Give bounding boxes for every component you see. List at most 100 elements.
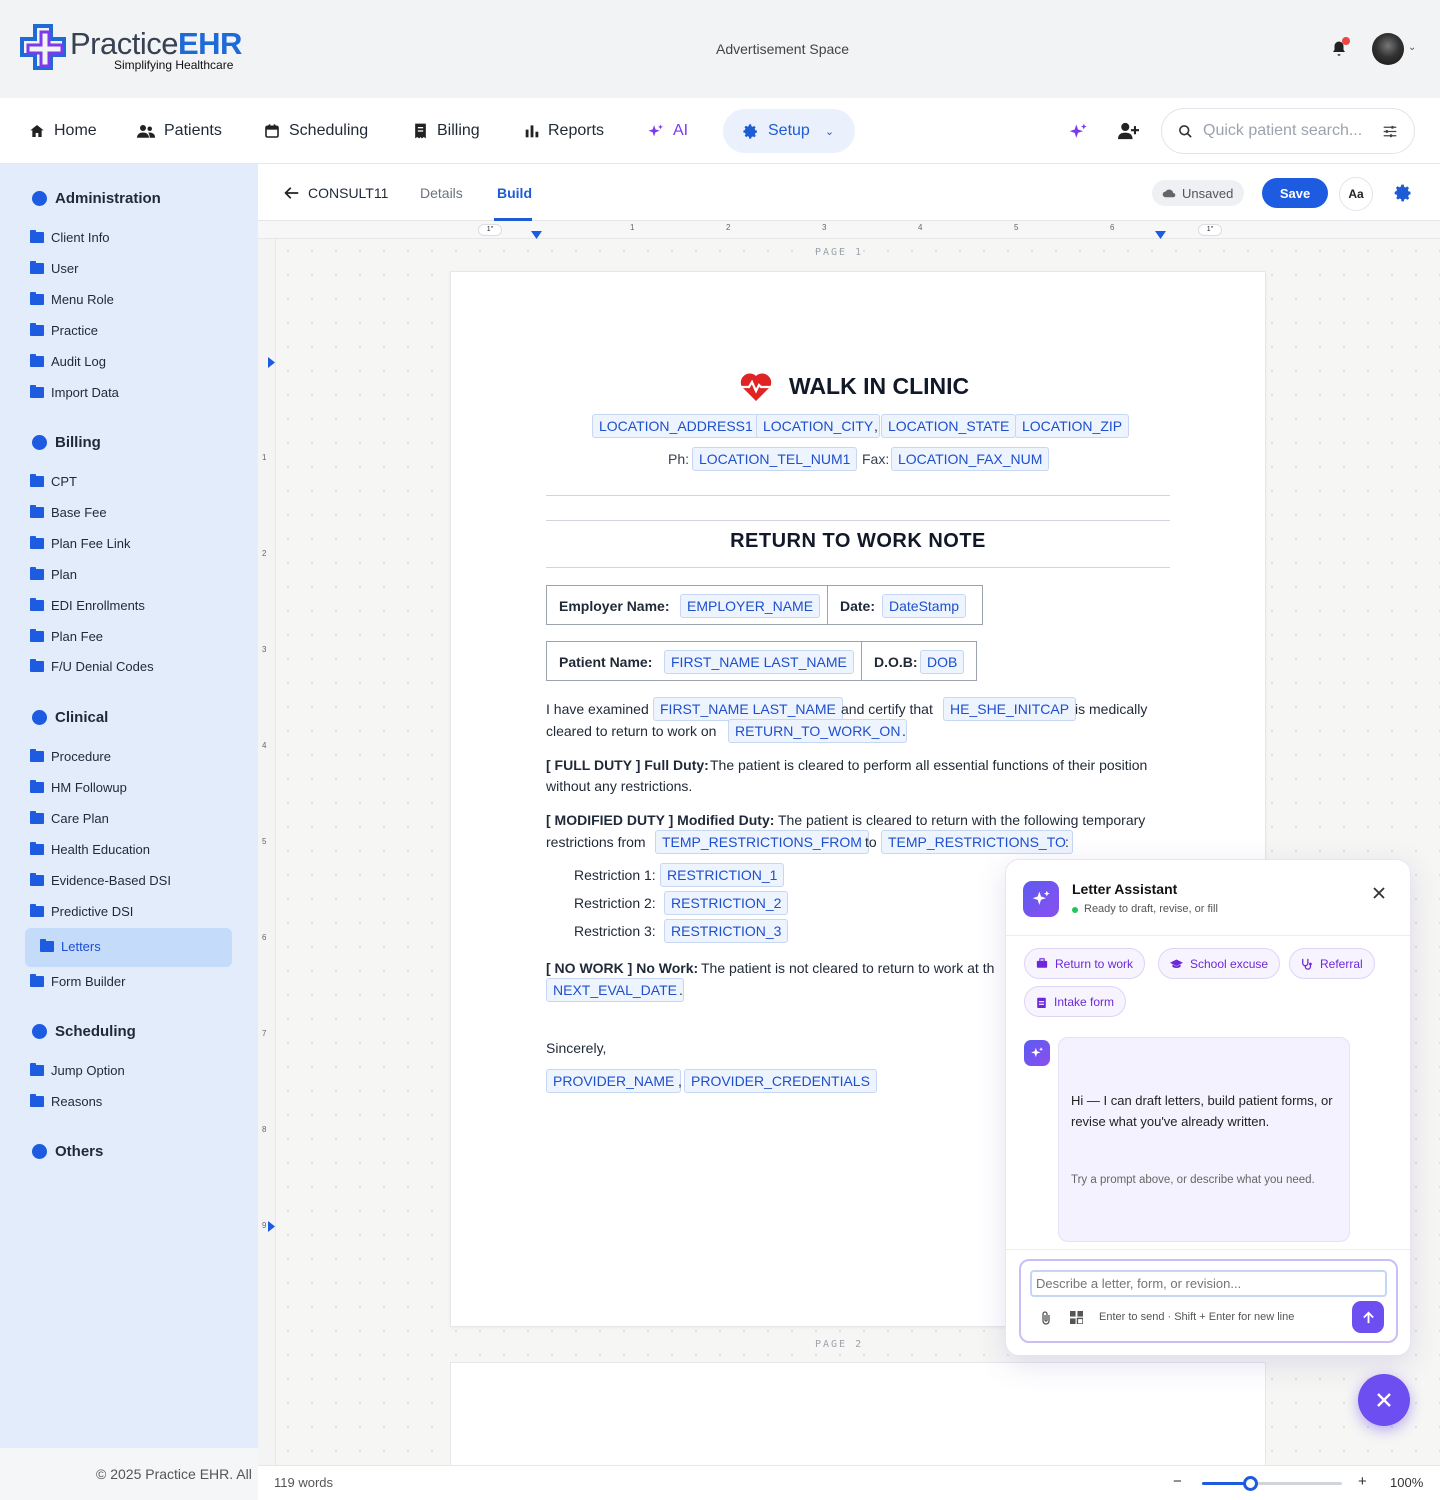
nav-home[interactable]: Home xyxy=(29,98,97,164)
assistant-title: Letter Assistant xyxy=(1072,881,1178,897)
zoom-out-button[interactable]: − xyxy=(1173,1473,1182,1490)
nav-billing[interactable]: Billing xyxy=(413,98,480,164)
field-return-date[interactable]: RETURN_TO_WORK_ON xyxy=(728,719,908,743)
sidebar-section-title[interactable]: Administration xyxy=(32,190,161,207)
field-provider-name[interactable]: PROVIDER_NAME xyxy=(546,1069,682,1093)
sidebar-item[interactable]: Jump Option xyxy=(30,1063,125,1078)
field-dob[interactable]: DOB xyxy=(920,650,965,674)
sidebar-item[interactable]: Care Plan xyxy=(30,811,109,826)
field-restrictions-to[interactable]: TEMP_RESTRICTIONS_TO xyxy=(881,830,1073,854)
tab-details[interactable]: Details xyxy=(420,185,463,201)
sidebar-item-label: Jump Option xyxy=(51,1063,125,1078)
sidebar-item[interactable]: HM Followup xyxy=(30,780,127,795)
brand-logo[interactable]: PracticeEHR Simplifying Healthcare xyxy=(18,22,242,72)
gear-icon[interactable] xyxy=(1393,183,1413,203)
chip-intake-form[interactable]: Intake form xyxy=(1024,986,1127,1017)
sidebar-section-title[interactable]: Billing xyxy=(32,434,101,451)
send-button[interactable] xyxy=(1352,1301,1384,1333)
field-patient-name[interactable]: FIRST_NAME LAST_NAME xyxy=(664,650,854,674)
add-user-icon[interactable] xyxy=(1118,122,1139,140)
sidebar-item[interactable]: Plan Fee Link xyxy=(30,536,131,551)
sidebar-item[interactable]: Client Info xyxy=(30,230,110,245)
sidebar-item[interactable]: Base Fee xyxy=(30,505,107,520)
sidebar-item[interactable]: Reasons xyxy=(30,1094,102,1109)
chip-school-excuse[interactable]: School excuse xyxy=(1158,948,1281,979)
sidebar-item[interactable]: Procedure xyxy=(30,749,111,764)
para-text: The patient is cleared to perform all es… xyxy=(710,757,1148,773)
sparkle-icon xyxy=(648,123,663,136)
ai-sparkle-button-icon[interactable] xyxy=(1068,122,1088,142)
field-location-phone[interactable]: LOCATION_TEL_NUM1 xyxy=(692,447,858,471)
horizontal-ruler[interactable]: 1" 1 2 3 4 5 6 1" xyxy=(258,221,1440,239)
save-button[interactable]: Save xyxy=(1262,178,1328,208)
zoom-in-button[interactable]: + xyxy=(1358,1473,1367,1490)
bottom-margin-marker-icon[interactable] xyxy=(268,1221,275,1232)
search-input[interactable] xyxy=(1203,122,1383,140)
close-assistant-fab[interactable] xyxy=(1358,1374,1410,1426)
sidebar-item[interactable]: EDI Enrollments xyxy=(30,598,145,613)
font-settings-button[interactable]: Aa xyxy=(1339,177,1373,211)
chip-referral[interactable]: Referral xyxy=(1289,948,1375,979)
chip-return-to-work[interactable]: Return to work xyxy=(1024,948,1146,979)
field-pronoun[interactable]: HE_SHE_INITCAP xyxy=(943,697,1077,721)
sidebar-section-title[interactable]: Scheduling xyxy=(32,1023,136,1040)
sidebar-item[interactable]: Practice xyxy=(30,323,98,338)
field-restrictions-from[interactable]: TEMP_RESTRICTIONS_FROM xyxy=(655,830,869,854)
paperclip-icon[interactable] xyxy=(1041,1311,1051,1325)
sidebar-item[interactable]: Import Data xyxy=(30,385,119,400)
chevron-down-icon[interactable]: ⌄ xyxy=(1408,42,1416,53)
filter-sliders-icon[interactable] xyxy=(1383,125,1397,138)
sidebar-item-label: CPT xyxy=(51,474,77,489)
field-location-zip[interactable]: LOCATION_ZIP xyxy=(1015,414,1130,438)
field-restriction-3[interactable]: RESTRICTION_3 xyxy=(664,919,789,943)
avatar[interactable] xyxy=(1372,33,1404,65)
sidebar-item[interactable]: Menu Role xyxy=(30,292,114,307)
back-arrow-icon[interactable] xyxy=(284,186,299,200)
zoom-slider-thumb[interactable] xyxy=(1243,1476,1258,1491)
field-next-eval-date[interactable]: NEXT_EVAL_DATE xyxy=(546,978,684,1002)
nav-ai[interactable]: AI xyxy=(647,98,688,164)
sidebar-section-title[interactable]: Clinical xyxy=(32,709,108,726)
nav-scheduling[interactable]: Scheduling xyxy=(264,98,368,164)
sidebar-item[interactable]: F/U Denial Codes xyxy=(30,659,154,674)
field-location-city[interactable]: LOCATION_CITY xyxy=(756,414,881,438)
field-location-state[interactable]: LOCATION_STATE xyxy=(881,414,1017,438)
sidebar-section-label: Others xyxy=(55,1143,104,1160)
close-icon[interactable] xyxy=(1373,887,1385,899)
chip-label: Referral xyxy=(1320,956,1363,971)
assistant-prompt-input[interactable] xyxy=(1030,1270,1387,1297)
search-icon xyxy=(1179,124,1192,138)
sidebar-section-label: Scheduling xyxy=(55,1023,136,1040)
vertical-ruler[interactable]: 1 2 3 4 5 6 7 8 9 xyxy=(258,239,276,1465)
grid-template-icon[interactable] xyxy=(1070,1311,1083,1324)
document-page-2[interactable] xyxy=(450,1362,1266,1472)
quick-patient-search[interactable] xyxy=(1161,108,1415,154)
sidebar-item[interactable]: Audit Log xyxy=(30,354,106,369)
top-margin-marker-icon[interactable] xyxy=(268,357,275,368)
tab-build[interactable]: Build xyxy=(497,185,532,201)
sidebar-section-title[interactable]: Others xyxy=(32,1143,103,1160)
right-indent-marker-icon[interactable] xyxy=(1155,231,1166,239)
field-location-address[interactable]: LOCATION_ADDRESS1 xyxy=(592,414,760,438)
field-restriction-2[interactable]: RESTRICTION_2 xyxy=(664,891,789,915)
sidebar-item[interactable]: CPT xyxy=(30,474,77,489)
field-patient-name[interactable]: FIRST_NAME LAST_NAME xyxy=(653,697,843,721)
nav-reports[interactable]: Reports xyxy=(525,98,604,164)
home-icon xyxy=(30,125,44,137)
sidebar-item[interactable]: Letters xyxy=(40,939,101,954)
left-indent-marker-icon[interactable] xyxy=(531,231,542,239)
sidebar-item[interactable]: Predictive DSI xyxy=(30,904,133,919)
field-employer-name[interactable]: EMPLOYER_NAME xyxy=(680,594,821,618)
sidebar-item[interactable]: Plan Fee xyxy=(30,629,103,644)
sidebar-item[interactable]: Evidence-Based DSI xyxy=(30,873,171,888)
field-location-fax[interactable]: LOCATION_FAX_NUM xyxy=(891,447,1050,471)
sidebar-item[interactable]: Plan xyxy=(30,567,77,582)
sidebar-item[interactable]: User xyxy=(30,261,78,276)
sidebar-item[interactable]: Form Builder xyxy=(30,974,125,989)
nav-patients[interactable]: Patients xyxy=(137,98,222,164)
sidebar-item[interactable]: Health Education xyxy=(30,842,150,857)
field-restriction-1[interactable]: RESTRICTION_1 xyxy=(660,863,785,887)
field-date-stamp[interactable]: DateStamp xyxy=(882,594,967,618)
nav-setup[interactable]: Setup ⌄ xyxy=(723,109,855,153)
field-provider-credentials[interactable]: PROVIDER_CREDENTIALS xyxy=(684,1069,877,1093)
